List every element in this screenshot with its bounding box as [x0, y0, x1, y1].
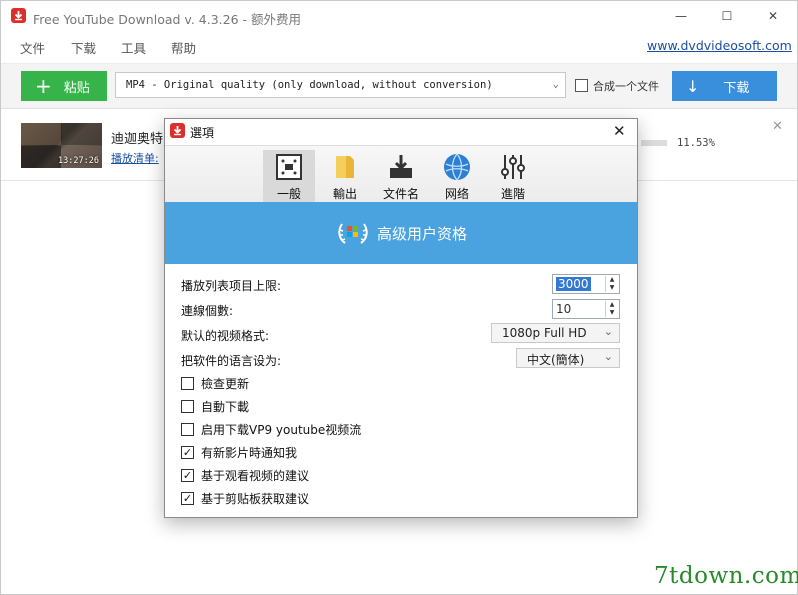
tab-advanced-label: 進階 — [500, 187, 525, 201]
tab-advanced[interactable]: 進階 — [487, 150, 539, 203]
notify-new-videos-label: 有新影片時通知我 — [201, 446, 298, 460]
app-download-icon — [170, 123, 185, 138]
notify-new-videos-checkbox[interactable]: ✓ — [181, 446, 194, 459]
clipboard-suggestions-label: 基于剪贴板获取建议 — [201, 492, 310, 506]
arrow-down-icon[interactable]: ▼ — [606, 309, 618, 317]
playlist-link[interactable]: 播放清单: — [111, 150, 159, 166]
watch-suggestions-checkbox[interactable]: ✓ — [181, 469, 194, 482]
auto-download-checkbox[interactable] — [181, 400, 194, 413]
minimize-icon: — — [675, 9, 687, 23]
paste-label: 粘贴 — [63, 80, 90, 96]
menu-file[interactable]: 文件 — [20, 38, 45, 57]
playlist-limit-stepper[interactable]: 3000 ▲ ▼ — [552, 274, 620, 294]
menu-tools[interactable]: 工具 — [121, 38, 146, 57]
tab-filename[interactable]: 文件名 — [375, 150, 427, 203]
vp9-option[interactable]: 启用下载VP9 youtube视频流 — [181, 421, 361, 438]
chevron-down-icon: ⌄ — [603, 325, 613, 338]
watch-suggestions-label: 基于观看视频的建议 — [201, 469, 310, 483]
maximize-button[interactable]: ☐ — [704, 1, 750, 31]
paste-button[interactable]: + 粘贴 — [21, 71, 107, 101]
connections-stepper[interactable]: 10 ▲ ▼ — [552, 299, 620, 319]
download-progress-bar — [641, 140, 667, 146]
maximize-icon: ☐ — [721, 9, 733, 23]
menu-bar: 文件 下载 工具 帮助 www.dvdvideosoft.com — [1, 33, 797, 57]
playlist-limit-value: 3000 — [556, 277, 591, 291]
video-title: 迪迦奥特 — [111, 132, 164, 147]
vp9-checkbox[interactable] — [181, 423, 194, 436]
menu-download[interactable]: 下载 — [71, 38, 96, 57]
clipboard-suggestions-checkbox[interactable]: ✓ — [181, 492, 194, 505]
auto-download-option[interactable]: 自動下載 — [181, 398, 249, 415]
language-label: 把软件的语言设为: — [181, 354, 282, 368]
tab-filename-label: 文件名 — [382, 187, 419, 201]
dialog-close-button[interactable]: ✕ — [613, 122, 626, 140]
plus-icon: + — [35, 74, 52, 98]
playlist-limit-label: 播放列表项目上限: — [181, 279, 282, 293]
options-dialog: 選項 ✕ 一般 輸出 文件名 网络 進階 高级用户资格 播放列表项目上限: 30… — [164, 118, 638, 518]
tab-output[interactable]: 輸出 — [319, 150, 371, 203]
notify-new-videos-option[interactable]: ✓ 有新影片時通知我 — [181, 444, 297, 461]
app-download-icon — [11, 8, 26, 23]
premium-laurel-icon — [338, 223, 368, 244]
connections-label: 連線個數: — [181, 304, 234, 318]
window-title: Free YouTube Download v. 4.3.26 - 额外费用 — [33, 12, 301, 27]
sliders-icon — [501, 155, 525, 179]
format-value: MP4 - Original quality (only download, w… — [126, 79, 493, 91]
tab-network-label: 网络 — [444, 187, 469, 201]
progress-percent: 11.53% — [677, 137, 715, 149]
dialog-title: 選項 — [190, 126, 215, 140]
filename-icon — [390, 155, 412, 178]
dialog-title-bar: 選項 ✕ — [165, 119, 637, 145]
tab-network[interactable]: 网络 — [431, 150, 483, 203]
language-select[interactable]: 中文(簡体) ⌄ — [516, 348, 620, 368]
minimize-button[interactable]: — — [658, 1, 704, 31]
chevron-down-icon: ⌄ — [603, 350, 613, 363]
default-format-select[interactable]: 1080p Full HD ⌄ — [491, 323, 620, 343]
format-select[interactable]: MP4 - Original quality (only download, w… — [115, 72, 566, 98]
banner-text: 高级用户资格 — [376, 224, 467, 243]
video-duration: 13:27:26 — [58, 156, 99, 166]
folder-icon — [336, 156, 354, 178]
general-settings-icon — [276, 154, 302, 180]
merge-checkbox[interactable] — [575, 79, 588, 92]
merge-label: 合成一个文件 — [593, 80, 659, 93]
tab-output-label: 輸出 — [332, 187, 357, 201]
watch-suggestions-option[interactable]: ✓ 基于观看视频的建议 — [181, 467, 309, 484]
close-window-button[interactable]: ✕ — [750, 1, 796, 31]
tab-general[interactable]: 一般 — [263, 150, 315, 203]
chevron-down-icon: ⌄ — [552, 78, 559, 90]
toolbar: + 粘贴 MP4 - Original quality (only downlo… — [1, 63, 797, 109]
close-icon: ✕ — [767, 9, 779, 23]
title-bar: Free YouTube Download v. 4.3.26 - 额外费用 —… — [1, 1, 797, 31]
options-tabs: 一般 輸出 文件名 网络 進階 — [165, 145, 637, 203]
menu-help[interactable]: 帮助 — [171, 38, 196, 57]
arrow-up-icon[interactable]: ▲ — [606, 276, 618, 284]
download-label: 下载 — [723, 80, 750, 96]
globe-icon — [444, 153, 470, 181]
auto-download-label: 自動下載 — [201, 400, 250, 414]
connections-value: 10 — [556, 302, 572, 316]
language-value: 中文(簡体) — [527, 353, 585, 367]
website-link[interactable]: www.dvdvideosoft.com — [647, 38, 792, 53]
download-arrow-icon: ↓ — [686, 76, 700, 96]
watermark-logo: 7tdown.com — [654, 563, 798, 589]
remove-item-icon[interactable]: ✕ — [772, 119, 783, 134]
check-updates-option[interactable]: 檢查更新 — [181, 375, 249, 392]
premium-banner[interactable]: 高级用户资格 — [165, 202, 637, 264]
arrow-up-icon[interactable]: ▲ — [606, 301, 618, 309]
download-button[interactable]: ↓ 下载 — [672, 71, 777, 101]
vp9-label: 启用下载VP9 youtube视频流 — [201, 423, 362, 437]
check-updates-label: 檢查更新 — [201, 377, 250, 391]
clipboard-suggestions-option[interactable]: ✓ 基于剪贴板获取建议 — [181, 490, 309, 507]
arrow-down-icon[interactable]: ▼ — [606, 284, 618, 292]
default-format-value: 1080p Full HD — [502, 326, 587, 340]
default-format-label: 默认的视频格式: — [181, 329, 270, 343]
check-updates-checkbox[interactable] — [181, 377, 194, 390]
video-thumbnail: 13:27:26 — [21, 123, 102, 168]
tab-general-label: 一般 — [276, 187, 301, 201]
